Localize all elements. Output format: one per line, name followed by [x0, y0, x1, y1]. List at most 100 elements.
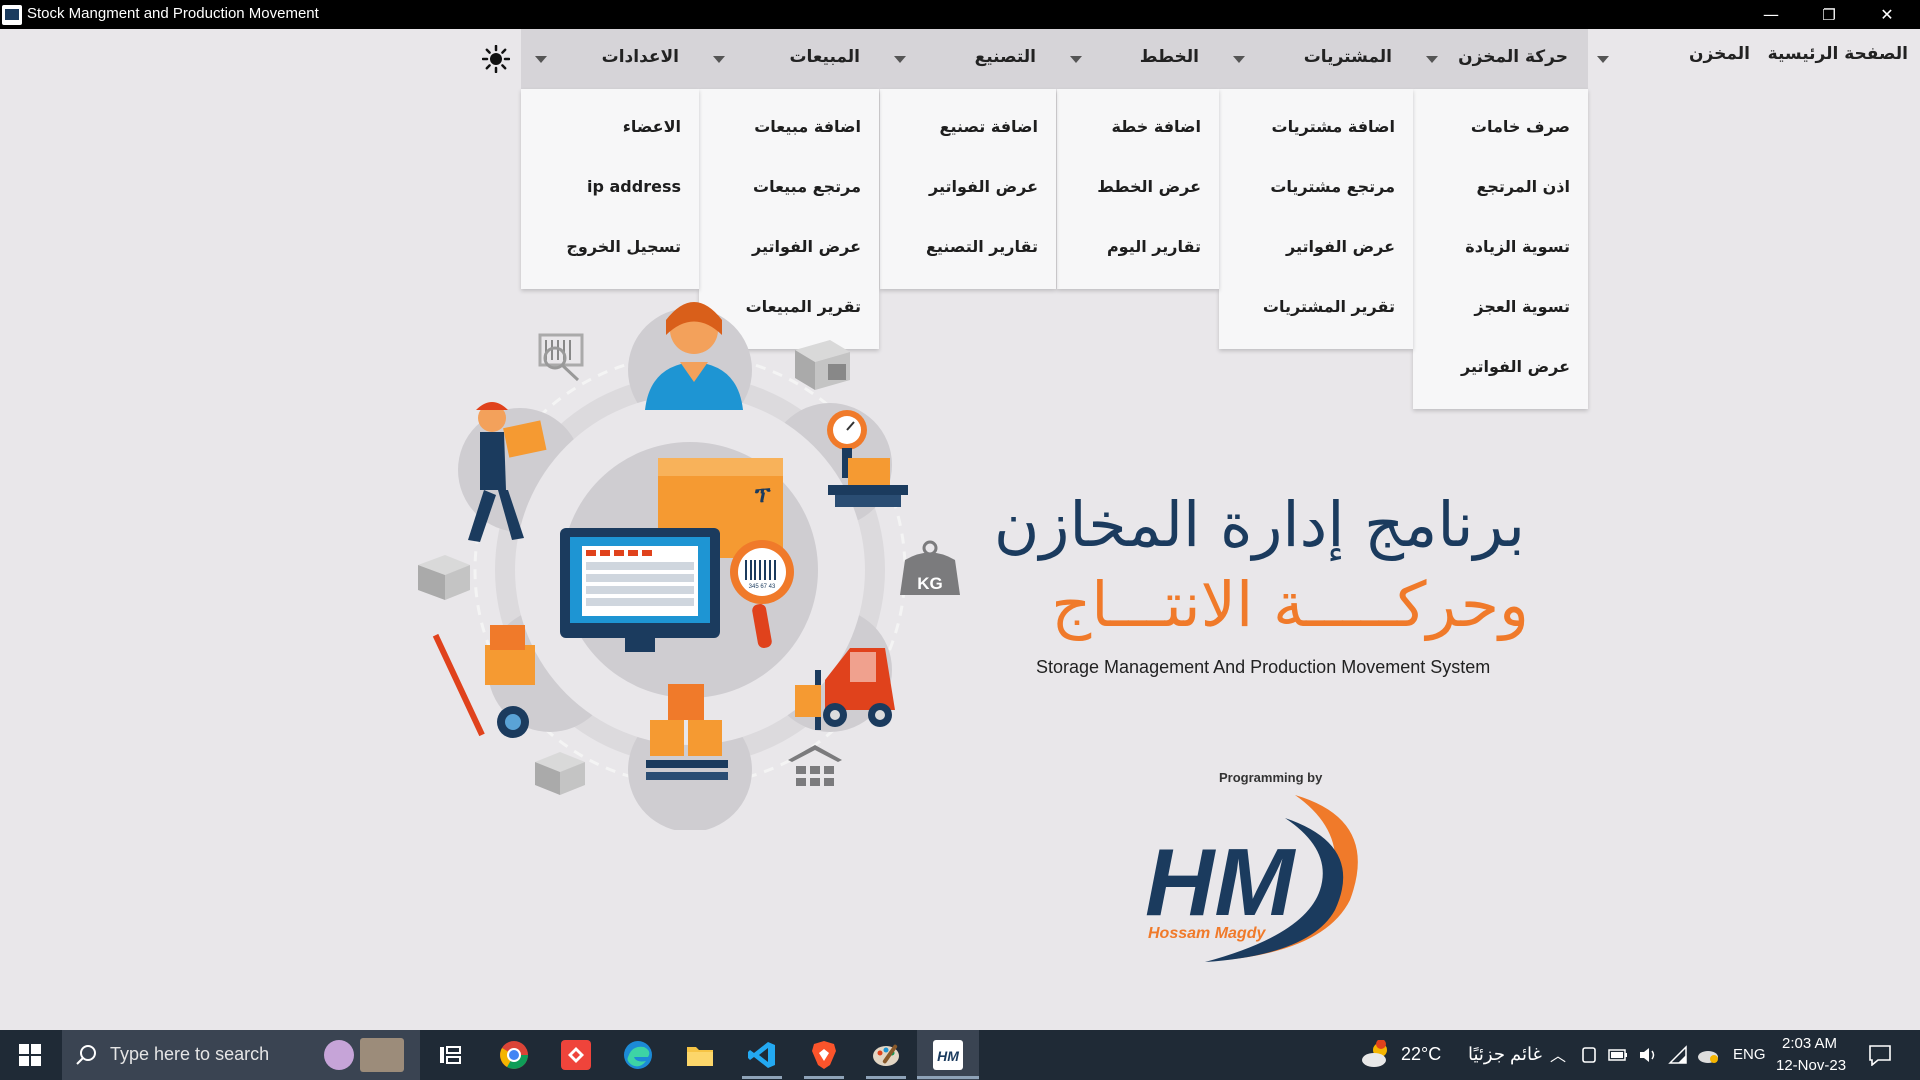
menu-item-view-invoices[interactable]: عرض الفواتير [1286, 237, 1395, 256]
menu-item-view-plans[interactable]: عرض الخطط [1097, 177, 1201, 196]
dropdown-plans: اضافة خطة عرض الخطط تقارير اليوم [1057, 89, 1219, 289]
paint-icon[interactable] [870, 1039, 902, 1071]
store-chevron-down-icon[interactable] [1597, 56, 1609, 63]
menu-stock-movement[interactable]: حركة المخزن [1412, 29, 1588, 89]
menu-item-view-invoices[interactable]: عرض الفواتير [929, 177, 1038, 196]
warehouse-illustration: KG ፕ 345 67 43 [418, 302, 960, 830]
clock-date[interactable]: 12-Nov-23 [1776, 1057, 1846, 1074]
weather-temperature[interactable]: 22°C [1401, 1044, 1441, 1065]
menu-item-manufacturing-reports[interactable]: تقارير التصنيع [926, 237, 1038, 256]
window-title-bar: Stock Mangment and Production Movement —… [0, 0, 1920, 29]
language-indicator[interactable]: ENG [1733, 1046, 1766, 1063]
meet-now-icon[interactable] [1580, 1046, 1598, 1064]
brave-icon[interactable] [808, 1039, 840, 1071]
taskbar-search-box[interactable]: Type here to search [62, 1030, 420, 1080]
kg-label: KG [917, 574, 943, 593]
menu-manufacturing-label: التصنيع [974, 47, 1036, 67]
tools-highlight-icon [360, 1038, 404, 1072]
menu-item-add-sales[interactable]: اضافة مبيعات [754, 117, 861, 136]
chevron-down-icon [535, 56, 547, 63]
menu-item-view-invoices[interactable]: عرض الفواتير [1461, 357, 1570, 376]
windows-logo-icon [19, 1044, 41, 1066]
programming-by-label: Programming by [1219, 770, 1323, 785]
menu-sales-label: المبيعات [789, 47, 860, 67]
menu-item-ip-address[interactable]: ip address [587, 177, 681, 196]
menu-plans-label: الخطط [1139, 47, 1199, 67]
anydesk-icon[interactable] [560, 1039, 592, 1071]
menu-sales[interactable]: المبيعات [699, 29, 880, 89]
dropdown-stock-movement: صرف خامات اذن المرتجع تسوية الزيادة تسوي… [1413, 89, 1588, 409]
logo-letters: HM [1145, 829, 1296, 936]
taskbar: Type here to search HM 22°C غائم جزئيًا … [0, 1030, 1920, 1080]
tray-overflow-chevron-icon[interactable]: ︿ [1550, 1042, 1566, 1066]
menu-settings[interactable]: الاعدادات [521, 29, 699, 89]
notifications-icon[interactable] [1868, 1044, 1892, 1066]
menu-home[interactable]: الصفحة الرئيسية [1768, 44, 1908, 64]
volume-icon[interactable] [1638, 1045, 1658, 1065]
menu-store[interactable]: المخزن [1689, 44, 1750, 64]
menu-item-logout[interactable]: تسجيل الخروج [566, 237, 681, 256]
hm-logo: HM Hossam Magdy [1145, 795, 1358, 962]
menu-settings-label: الاعدادات [601, 47, 679, 67]
chevron-down-icon [1426, 56, 1438, 63]
cube-icon [418, 555, 470, 600]
vscode-running-indicator [742, 1076, 782, 1079]
search-placeholder: Type here to search [110, 1044, 270, 1064]
menu-item-surplus-settlement[interactable]: تسوية الزيادة [1465, 237, 1570, 256]
menu-item-sales-returns[interactable]: مرتجع مبيعات [753, 177, 861, 196]
barcode-number: 345 67 43 [749, 584, 776, 590]
chevron-down-icon [713, 56, 725, 63]
svg-text:ፕ: ፕ [754, 483, 771, 508]
menu-stock-movement-label: حركة المخزن [1458, 47, 1568, 67]
hero-subtitle: Storage Management And Production Moveme… [1036, 657, 1491, 677]
chrome-icon[interactable] [498, 1039, 530, 1071]
warehouse-building-icon [788, 745, 842, 786]
menu-item-daily-reports[interactable]: تقارير اليوم [1107, 237, 1201, 256]
menu-item-purchase-returns[interactable]: مرتجع مشتريات [1270, 177, 1395, 196]
paint-running-indicator [866, 1076, 906, 1079]
battery-icon[interactable] [1608, 1048, 1628, 1062]
restore-button[interactable]: ❐ [1800, 0, 1858, 29]
file-explorer-icon[interactable] [684, 1039, 716, 1071]
menu-purchases-label: المشتريات [1303, 47, 1392, 67]
stock-app-icon[interactable]: HM [932, 1039, 964, 1071]
menu-plans[interactable]: الخطط [1056, 29, 1219, 89]
weather-cloud-icon[interactable] [1360, 1040, 1392, 1070]
menu-item-add-purchases[interactable]: اضافة مشتريات [1272, 117, 1395, 136]
hero-title-line1: برنامج إدارة المخازن [993, 488, 1525, 561]
logo-name: Hossam Magdy [1148, 925, 1266, 942]
menu-purchases[interactable]: المشتريات [1219, 29, 1412, 89]
menu-item-members[interactable]: الاعضاء [623, 117, 681, 136]
weather-description[interactable]: غائم جزئيًا [1468, 1044, 1542, 1065]
menu-item-shortage-settlement[interactable]: تسوية العجز [1474, 297, 1570, 316]
hero-title-line2: وحركـــــة الانتـــاج [1051, 568, 1529, 641]
vscode-icon[interactable] [746, 1039, 778, 1071]
open-box-icon [535, 752, 585, 795]
kg-weight-icon: KG [900, 540, 960, 595]
edge-icon[interactable] [622, 1039, 654, 1071]
menu-item-add-manufacturing[interactable]: اضافة تصنيع [940, 117, 1038, 136]
menu-item-return-voucher[interactable]: اذن المرتجع [1476, 177, 1570, 196]
app-icon [2, 5, 22, 25]
menu-item-add-plan[interactable]: اضافة خطة [1111, 117, 1201, 136]
wifi-icon[interactable] [1668, 1045, 1688, 1065]
dropdown-purchases: اضافة مشتريات مرتجع مشتريات عرض الفواتير… [1219, 89, 1413, 349]
window-title: Stock Mangment and Production Movement [27, 5, 319, 22]
dropdown-manufacturing: اضافة تصنيع عرض الفواتير تقارير التصنيع [880, 89, 1056, 289]
chevron-down-icon [894, 56, 906, 63]
menu-item-raw-materials-issue[interactable]: صرف خامات [1471, 117, 1570, 136]
barcode-scanner-icon [538, 333, 584, 382]
menu-item-purchases-report[interactable]: تقرير المشتريات [1263, 297, 1395, 316]
clock-time[interactable]: 2:03 AM [1782, 1035, 1837, 1052]
close-button[interactable]: ✕ [1858, 0, 1916, 29]
svg-text:HM: HM [937, 1048, 959, 1064]
dropdown-settings: الاعضاء ip address تسجيل الخروج [521, 89, 699, 289]
windows-start-button[interactable] [0, 1030, 60, 1080]
onedrive-icon[interactable] [1696, 1045, 1720, 1065]
sun-icon[interactable] [482, 45, 510, 73]
search-icon [76, 1045, 96, 1065]
task-view-icon[interactable] [434, 1039, 466, 1071]
minimize-button[interactable]: — [1742, 0, 1800, 29]
menu-manufacturing[interactable]: التصنيع [880, 29, 1056, 89]
menu-item-view-invoices[interactable]: عرض الفواتير [752, 237, 861, 256]
